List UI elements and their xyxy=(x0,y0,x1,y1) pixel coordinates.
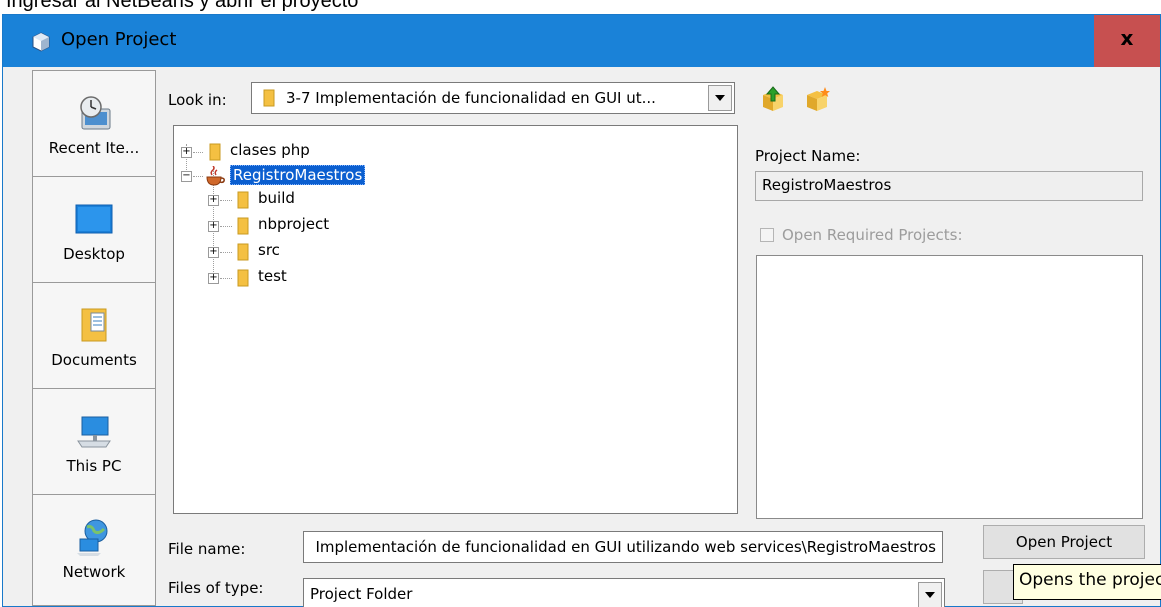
netbeans-cube-icon xyxy=(32,32,50,52)
tree-connector xyxy=(220,200,232,201)
place-label: This PC xyxy=(66,457,122,475)
folder-icon xyxy=(237,269,249,287)
required-projects-list[interactable] xyxy=(756,255,1143,519)
expand-icon[interactable]: + xyxy=(181,147,192,158)
tree-item-label: clases php xyxy=(230,141,310,159)
look-in-label: Look in: xyxy=(168,91,227,109)
dialog-title: Open Project xyxy=(61,29,177,50)
chevron-down-icon xyxy=(715,95,725,101)
folder-icon xyxy=(263,89,275,107)
project-tree[interactable]: + clases php − RegistroMaestros + build … xyxy=(173,125,738,514)
places-bar: Recent Ite... Desktop Documents This PC … xyxy=(32,70,156,606)
look-in-value: 3-7 Implementación de funcionalidad en G… xyxy=(286,89,656,107)
place-label: Desktop xyxy=(63,245,125,263)
place-label: Recent Ite... xyxy=(48,139,140,157)
expand-icon[interactable]: + xyxy=(208,273,219,284)
folder-icon xyxy=(237,191,249,209)
background-document-strip: Ingresar al NetBeans y abrir el proyecto xyxy=(0,0,1161,14)
tree-item-label: test xyxy=(258,267,287,285)
tree-item-label: build xyxy=(258,189,295,207)
project-name-field[interactable]: RegistroMaestros xyxy=(755,171,1143,201)
open-project-dialog: Open Project x Recent Ite... Desktop Doc… xyxy=(2,14,1161,607)
expand-icon[interactable]: + xyxy=(208,221,219,232)
background-text: Ingresar al NetBeans y abrir el proyecto xyxy=(6,0,359,12)
tooltip: Opens the project xyxy=(1013,564,1161,600)
files-of-type-label: Files of type: xyxy=(168,579,264,597)
tree-connector xyxy=(193,176,203,177)
look-in-dropdown-button[interactable] xyxy=(708,85,732,111)
close-icon: x xyxy=(1120,26,1134,50)
documents-icon xyxy=(81,308,107,342)
tree-connector xyxy=(220,252,232,253)
folder-icon xyxy=(237,217,249,235)
open-project-button[interactable]: Open Project xyxy=(983,525,1145,559)
files-of-type-combo[interactable]: Project Folder xyxy=(303,578,945,607)
tree-connector xyxy=(193,152,203,153)
look-in-combo[interactable]: 3-7 Implementación de funcionalidad en G… xyxy=(251,82,735,114)
network-icon xyxy=(77,519,108,556)
tree-item-label: nbproject xyxy=(258,215,330,233)
this-pc-icon xyxy=(77,416,111,448)
file-name-label: File name: xyxy=(168,540,246,558)
new-folder-icon[interactable] xyxy=(803,85,831,113)
files-of-type-dropdown-button[interactable] xyxy=(918,582,942,607)
checkbox-icon xyxy=(760,228,774,242)
place-network[interactable]: Network xyxy=(33,495,155,601)
folder-icon xyxy=(209,143,221,161)
tree-connector xyxy=(220,278,232,279)
recent-items-icon xyxy=(80,96,111,130)
files-of-type-value: Project Folder xyxy=(310,585,413,603)
tree-connector xyxy=(220,226,232,227)
collapse-icon[interactable]: − xyxy=(181,171,192,182)
expand-icon[interactable]: + xyxy=(208,195,219,206)
place-recent-items[interactable]: Recent Ite... xyxy=(33,71,155,177)
expand-icon[interactable]: + xyxy=(208,247,219,258)
tree-item-label: src xyxy=(258,241,280,259)
file-name-value: Implementación de funcionalidad en GUI u… xyxy=(315,538,936,556)
chevron-down-icon xyxy=(925,592,935,598)
title-bar[interactable]: Open Project x xyxy=(3,15,1160,67)
place-this-pc[interactable]: This PC xyxy=(33,389,155,495)
tree-item-label: RegistroMaestros xyxy=(230,165,366,185)
file-name-input[interactable]: Implementación de funcionalidad en GUI u… xyxy=(303,531,943,563)
close-button[interactable]: x xyxy=(1094,15,1160,67)
project-name-label: Project Name: xyxy=(755,147,861,165)
java-project-icon xyxy=(206,166,225,186)
place-label: Documents xyxy=(51,351,137,369)
place-desktop[interactable]: Desktop xyxy=(33,177,155,283)
folder-icon xyxy=(237,243,249,261)
desktop-icon xyxy=(75,204,113,234)
place-documents[interactable]: Documents xyxy=(33,283,155,389)
open-required-projects-label: Open Required Projects: xyxy=(782,226,963,244)
up-one-level-icon[interactable] xyxy=(759,85,787,113)
place-label: Network xyxy=(62,563,126,581)
